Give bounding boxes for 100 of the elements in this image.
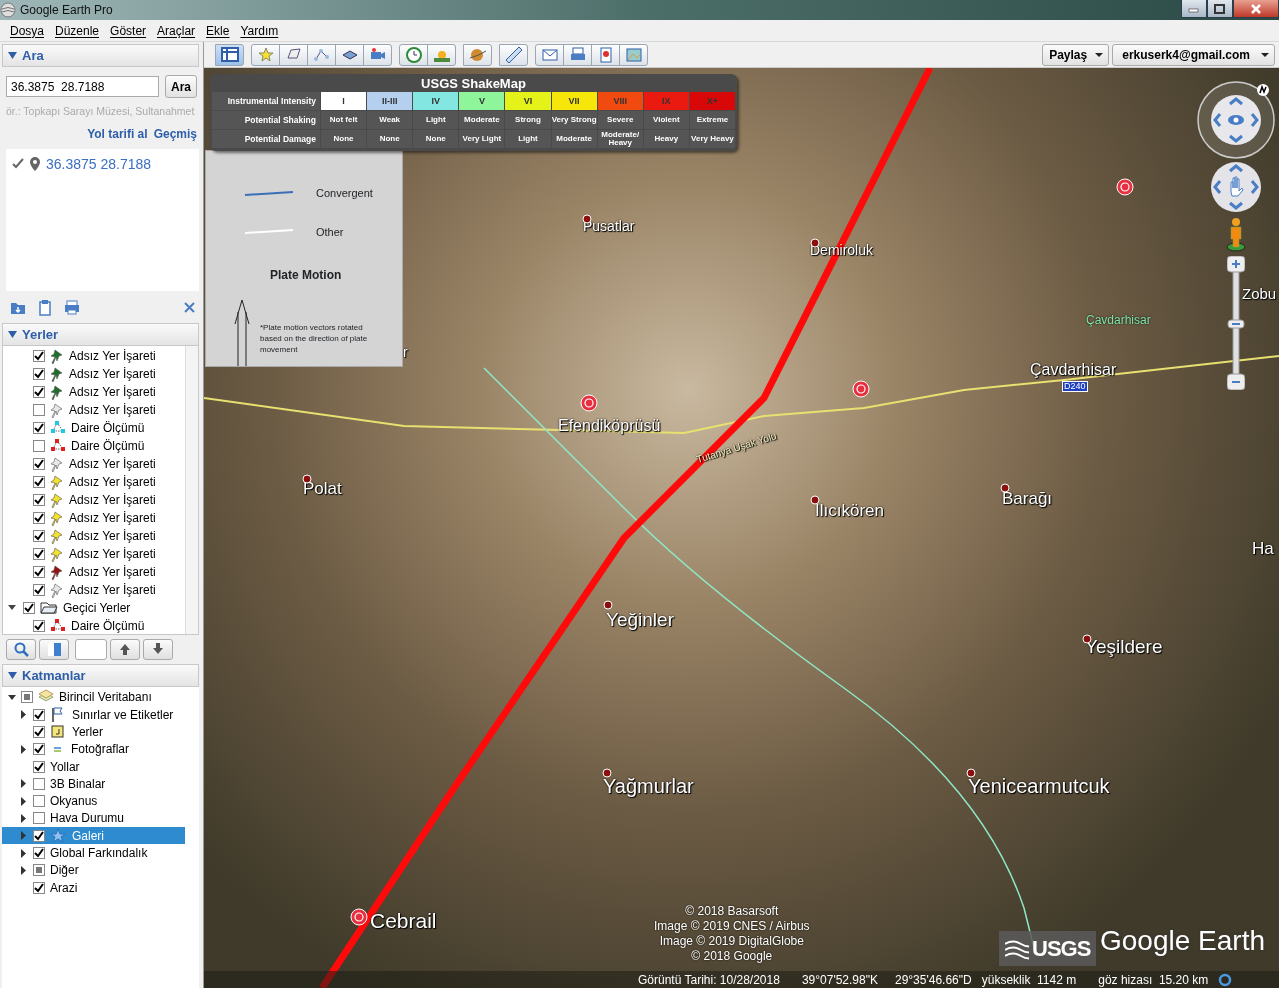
checkbox[interactable] [33,457,45,470]
planet-button[interactable] [463,43,492,66]
partial-checkbox[interactable] [21,691,33,704]
checkbox[interactable] [23,601,35,614]
search-result[interactable]: 36.3875 28.7188 [46,153,152,175]
panel-link[interactable]: Geçmiş [153,124,197,143]
panorama-marker-icon[interactable] [580,394,598,412]
polygon-button[interactable] [279,43,308,66]
tree-item[interactable]: Adsız Yer İşareti [3,508,184,527]
expand-arrow-icon[interactable] [20,779,28,789]
panorama-marker-icon[interactable] [350,908,368,926]
layer-item[interactable]: Fotoğraflar [2,740,185,758]
checkbox[interactable] [33,439,45,452]
close-icon[interactable] [184,302,195,314]
collapse-arrow-icon[interactable] [7,50,18,61]
search-panel-header[interactable]: Ara [2,44,199,67]
tree-item[interactable]: Adsız Yer İşareti [3,364,184,383]
tree-item[interactable]: Daire Ölçümü [3,418,184,437]
account-dropdown[interactable]: erkuserk4@gmail.com [1112,43,1275,66]
checkbox[interactable] [33,529,45,542]
tree-item[interactable]: Daire Ölçümü [3,616,184,635]
checkbox[interactable] [33,403,45,416]
share-dropdown[interactable]: Paylaş [1042,43,1110,66]
look-joystick[interactable] [1197,80,1277,160]
layer-item[interactable]: Sınırlar ve Etiketler [2,706,185,724]
ruler-button[interactable] [499,43,528,66]
maximize-icon[interactable] [1213,2,1227,15]
clipboard-icon[interactable] [38,299,52,316]
checkbox[interactable] [33,349,45,362]
checkbox[interactable] [33,565,45,578]
checkbox[interactable] [33,743,45,756]
layer-item[interactable]: Yerler [2,723,185,741]
satellite-map[interactable] [204,68,1279,988]
checkbox[interactable] [33,777,45,790]
panorama-marker-icon[interactable] [852,380,870,398]
menu-item[interactable]: Dosya [6,21,51,40]
layer-item[interactable]: Arazi [2,879,185,897]
tree-item[interactable]: Adsız Yer İşareti [3,580,184,599]
placemark-button[interactable] [251,43,280,66]
move-down-button[interactable] [143,638,173,660]
checkbox[interactable] [33,421,45,434]
expand-arrow-icon[interactable] [20,813,28,823]
tree-item[interactable]: Adsız Yer İşareti [3,400,184,419]
checkbox[interactable] [33,583,45,596]
checkbox[interactable] [33,795,45,808]
expand-arrow-icon[interactable] [20,744,28,754]
tree-item[interactable]: Adsız Yer İşareti [3,472,184,491]
layer-item[interactable]: Okyanus [2,792,185,810]
menu-item[interactable]: Göster [106,21,154,40]
image-button[interactable] [619,43,648,66]
layer-item[interactable]: Galeri [2,827,185,845]
tree-item[interactable]: Adsız Yer İşareti [3,562,184,581]
layer-item[interactable]: Birincil Veritabanı [2,688,185,707]
checkbox[interactable] [33,708,45,721]
zoom-slider-thumb[interactable] [1227,319,1245,329]
checkbox[interactable] [33,547,45,560]
checkbox[interactable] [33,385,45,398]
checkbox[interactable] [33,367,45,380]
partial-checkbox[interactable] [33,864,45,877]
search-places-button[interactable] [6,638,36,660]
layer-item[interactable]: Diğer [2,861,185,879]
layers-panel-header[interactable]: Katmanlar [2,663,199,687]
pegman-icon[interactable] [1226,218,1246,252]
panorama-marker-icon[interactable] [1116,178,1134,196]
checkbox[interactable] [33,812,45,825]
tree-item[interactable]: Adsız Yer İşareti [3,526,184,545]
expand-arrow-icon[interactable] [20,848,28,858]
expand-arrow-icon[interactable] [20,710,28,720]
checkbox[interactable] [33,619,45,632]
print-icon[interactable] [64,300,80,316]
checkbox[interactable] [33,881,45,894]
tree-item[interactable]: Daire Ölçümü [3,436,184,455]
menu-item[interactable]: Ekle [202,21,237,40]
places-panel-header[interactable]: Yerler [2,322,199,346]
menu-item[interactable]: Yardım [236,21,286,40]
print-button[interactable] [563,43,592,66]
checkbox[interactable] [33,760,45,773]
layer-item[interactable]: Hava Durumu [2,809,185,828]
move-up-button[interactable] [110,638,140,660]
menu-item[interactable]: Araçlar [153,21,203,40]
checkbox[interactable] [33,847,45,860]
collapse-arrow-icon[interactable] [7,328,18,340]
blank-field[interactable] [75,638,107,660]
checkmark-icon[interactable] [12,158,24,171]
map-button[interactable] [591,43,620,66]
collapse-arrow-icon[interactable] [8,692,16,702]
search-field[interactable]: 36.3875 28.7188 [6,76,159,97]
layer-item[interactable]: 3B Binalar [2,775,185,793]
expand-arrow-icon[interactable] [20,796,28,806]
tree-item[interactable]: Adsız Yer İşareti [3,382,184,401]
tree-item[interactable]: Geçici Yerler [3,598,184,617]
checkbox[interactable] [33,726,45,738]
menu-item[interactable]: Düzenle [51,21,107,40]
panel-link[interactable]: Yol tarifi al [87,124,148,143]
search-button[interactable]: Ara [165,75,197,98]
checkbox[interactable] [33,829,45,842]
layer-item[interactable]: Yollar [2,757,185,776]
tree-item[interactable]: Adsız Yer İşareti [3,346,184,365]
scrollbar[interactable] [185,345,198,634]
tree-item[interactable]: Adsız Yer İşareti [3,544,184,563]
